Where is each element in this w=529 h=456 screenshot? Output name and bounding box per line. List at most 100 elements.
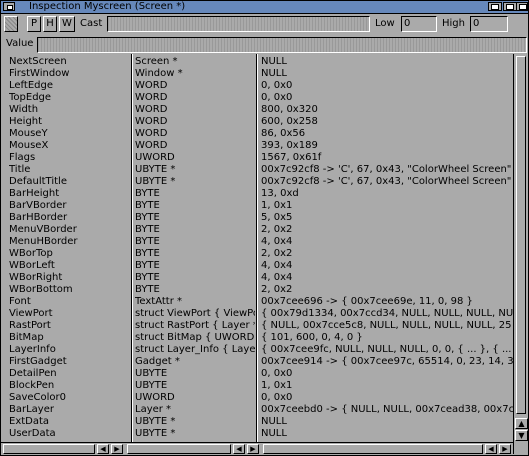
field-value: 393, 0x189: [261, 140, 318, 151]
iconify-gadget-icon[interactable]: [488, 2, 502, 11]
field-name: BitMap: [9, 332, 44, 343]
zoom-gadget-icon[interactable]: [503, 2, 517, 11]
vertical-scrollbar[interactable]: ▲ ▼: [513, 54, 528, 454]
field-name: LayerInfo: [9, 344, 56, 355]
list-row[interactable]: ExtData UBYTE * NULL: [1, 416, 513, 428]
h-button[interactable]: H: [43, 16, 57, 32]
scroll-left-arrow-icon[interactable]: ◀: [233, 444, 245, 454]
vertical-scroll-knob[interactable]: [516, 56, 526, 414]
scroll-left-arrow-icon[interactable]: ◀: [485, 444, 497, 454]
field-name: SaveColor0: [9, 392, 67, 403]
list-row[interactable]: BarVBorder BYTE 1, 0x1: [1, 200, 513, 212]
pattern-button[interactable]: [4, 16, 18, 32]
list-row[interactable]: FirstGadget Gadget * 00x7cee914 -> { 00x7c…: [1, 356, 513, 368]
list-row[interactable]: MouseY WORD 86, 0x56: [1, 128, 513, 140]
field-name: MouseY: [9, 128, 48, 139]
field-name: UserData: [9, 428, 56, 439]
list-row[interactable]: LeftEdge WORD 0, 0x0: [1, 80, 513, 92]
high-input[interactable]: 0: [470, 16, 508, 32]
scroll-down-arrow-icon[interactable]: ▼: [515, 430, 528, 441]
horizontal-scroll-knob[interactable]: [127, 444, 231, 454]
horizontal-scroll-knob[interactable]: [263, 444, 483, 454]
list-row[interactable]: MenuVBorder BYTE 2, 0x2: [1, 224, 513, 236]
field-type: UBYTE *: [135, 164, 176, 175]
list-row[interactable]: TopEdge WORD 0, 0x0: [1, 92, 513, 104]
field-value: 00x7cee914 -> { 00x7cee97c, 65514, 0, 23…: [261, 356, 513, 367]
depth-gadget-icon[interactable]: [516, 2, 528, 11]
field-value: { 00x7cee9fc, NULL, NULL, NULL, 0, 0, { …: [261, 344, 513, 355]
list-row[interactable]: MouseX WORD 393, 0x189: [1, 140, 513, 152]
field-type: WORD: [135, 104, 168, 115]
list-row[interactable]: UserData UBYTE * NULL: [1, 428, 513, 440]
field-value: 2, 0x2: [261, 248, 293, 259]
low-input[interactable]: 0: [401, 16, 437, 32]
list-row[interactable]: WBorBottom BYTE 2, 0x2: [1, 284, 513, 296]
field-type: BYTE: [135, 212, 160, 223]
list-row[interactable]: BarHeight BYTE 13, 0xd: [1, 188, 513, 200]
field-name: ExtData: [9, 416, 50, 427]
field-value: 4, 0x4: [261, 272, 293, 283]
field-value: 1, 0x1: [261, 200, 293, 211]
cast-input[interactable]: [107, 16, 370, 32]
list-row[interactable]: WBorTop BYTE 2, 0x2: [1, 248, 513, 260]
list-row[interactable]: Flags UWORD 1567, 0x61f: [1, 152, 513, 164]
list-row[interactable]: BlockPen UBYTE 1, 0x1: [1, 380, 513, 392]
scroll-right-arrow-icon[interactable]: ▶: [111, 444, 123, 454]
list-row[interactable]: MenuHBorder BYTE 4, 0x4: [1, 236, 513, 248]
field-type: struct ViewPort { ViewPor: [135, 308, 255, 319]
field-name: BlockPen: [9, 380, 55, 391]
list-row[interactable]: Height WORD 600, 0x258: [1, 116, 513, 128]
list-row[interactable]: WBorRight BYTE 4, 0x4: [1, 272, 513, 284]
value-input[interactable]: [37, 37, 527, 53]
field-value: 00x7ceebd0 -> { NULL, NULL, 00x7cead38, …: [261, 404, 513, 415]
w-button[interactable]: W: [59, 16, 75, 32]
field-type: BYTE: [135, 236, 160, 247]
list-row[interactable]: DetailPen UBYTE 0, 0x0: [1, 368, 513, 380]
field-type: UBYTE: [135, 368, 168, 379]
field-type: UWORD: [135, 152, 175, 163]
horizontal-scroll-knob[interactable]: [3, 444, 95, 454]
field-list[interactable]: NextScreen Screen * NULL FirstWindow Window …: [1, 54, 513, 442]
field-name: DetailPen: [9, 368, 57, 379]
list-row[interactable]: BitMap struct BitMap { UWORD; U { 101, 600…: [1, 332, 513, 344]
field-value: 5, 0x5: [261, 212, 293, 223]
list-row[interactable]: RastPort struct RastPort { Layer *; { NULL…: [1, 320, 513, 332]
field-name: FirstGadget: [9, 356, 67, 367]
field-name: WBorRight: [9, 272, 63, 283]
value-row: Value: [1, 36, 528, 54]
field-name: FirstWindow: [9, 68, 70, 79]
field-type: BYTE: [135, 200, 160, 211]
scroll-right-arrow-icon[interactable]: ▶: [247, 444, 259, 454]
field-name: MenuVBorder: [9, 224, 77, 235]
field-name: NextScreen: [9, 56, 67, 67]
field-name: Font: [9, 296, 31, 307]
list-row[interactable]: LayerInfo struct Layer_Info { Layer * { 00…: [1, 344, 513, 356]
field-type: struct Layer_Info { Layer *: [135, 344, 255, 355]
list-row[interactable]: DefaultTitle UBYTE * 00x7c92cf8 -> 'C', 67…: [1, 176, 513, 188]
list-row[interactable]: Font TextAttr * 00x7cee696 -> { 00x7cee69e…: [1, 296, 513, 308]
field-name: TopEdge: [9, 92, 52, 103]
list-row[interactable]: ViewPort struct ViewPort { ViewPor { 00x79…: [1, 308, 513, 320]
toolbar: P H W Cast Low 0 High 0: [1, 14, 528, 34]
scroll-left-arrow-icon[interactable]: ◀: [97, 444, 109, 454]
scroll-up-arrow-icon[interactable]: ▲: [515, 418, 528, 429]
p-button[interactable]: P: [27, 16, 41, 32]
cast-label: Cast: [80, 18, 103, 29]
list-row[interactable]: Title UBYTE * 00x7c92cf8 -> 'C', 67, 0x43,…: [1, 164, 513, 176]
list-row[interactable]: Width WORD 800, 0x320: [1, 104, 513, 116]
list-row[interactable]: NextScreen Screen * NULL: [1, 56, 513, 68]
list-row[interactable]: BarLayer Layer * 00x7ceebd0 -> { NULL, NUL…: [1, 404, 513, 416]
list-row[interactable]: SaveColor0 UWORD 0, 0x0: [1, 392, 513, 404]
inspection-window: Inspection Myscreen (Screen *) P H W Cas…: [0, 0, 529, 456]
field-value: NULL: [261, 416, 287, 427]
title-bar[interactable]: Inspection Myscreen (Screen *): [1, 1, 528, 14]
list-row[interactable]: BarHBorder BYTE 5, 0x5: [1, 212, 513, 224]
horizontal-scrollbar[interactable]: ◀ ▶ ◀ ▶ ◀ ▶: [1, 442, 513, 455]
close-gadget-icon[interactable]: [3, 2, 15, 11]
scroll-right-arrow-icon[interactable]: ▶: [499, 444, 511, 454]
list-row[interactable]: FirstWindow Window * NULL: [1, 68, 513, 80]
field-value: 4, 0x4: [261, 260, 293, 271]
list-row[interactable]: WBorLeft BYTE 4, 0x4: [1, 260, 513, 272]
field-name: LeftEdge: [9, 80, 53, 91]
field-type: BYTE: [135, 260, 160, 271]
